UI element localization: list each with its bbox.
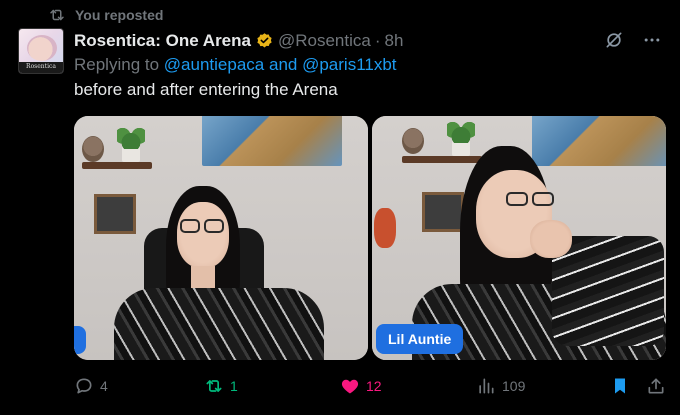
tweet-text: before and after entering the Arena	[74, 80, 338, 99]
replying-to: Replying to @auntiepaca and @paris11xbt	[74, 55, 397, 75]
plant	[117, 127, 145, 149]
mention-conjunction: and	[268, 55, 298, 74]
glasses-right	[204, 219, 224, 233]
avatar-caption: Rosentica	[26, 63, 56, 70]
handle[interactable]: @Rosentica	[278, 31, 371, 51]
plush-toy	[402, 128, 424, 154]
letter-board	[422, 192, 464, 232]
retweet-count: 1	[230, 378, 238, 394]
face	[177, 202, 229, 268]
media-image-before[interactable]	[74, 116, 368, 360]
avatar-face	[27, 35, 57, 61]
like-count: 12	[366, 378, 382, 394]
tweet-header: Rosentica: One Arena @Rosentica · 8h	[74, 30, 403, 52]
wall-shelf	[402, 156, 482, 163]
bookmark-button[interactable]	[610, 376, 630, 396]
like-button[interactable]: 12	[340, 376, 382, 396]
repost-indicator: You reposted	[48, 6, 163, 24]
replying-to-label: Replying to	[74, 55, 160, 74]
reply-count: 4	[100, 378, 108, 394]
views-icon	[479, 378, 494, 394]
reply-button[interactable]: 4	[74, 376, 108, 396]
name-tag-label: Lil Auntie	[388, 331, 452, 347]
media-image-after[interactable]: Lil Auntie	[372, 116, 666, 360]
reply-icon	[76, 378, 92, 394]
heart-icon	[341, 379, 359, 394]
wall-map	[202, 116, 342, 166]
grok-icon[interactable]	[604, 30, 624, 50]
plant	[447, 121, 475, 143]
mention-link-1[interactable]: @auntiepaca	[164, 55, 264, 74]
views-button[interactable]: 109	[476, 376, 525, 396]
avatar[interactable]: Rosentica	[18, 28, 64, 74]
repost-icon	[50, 9, 64, 21]
share-button[interactable]	[646, 376, 666, 396]
plant-pot	[122, 147, 140, 162]
display-name[interactable]: Rosentica: One Arena	[74, 31, 251, 51]
jacket	[114, 288, 324, 360]
retweet-button[interactable]: 1	[204, 376, 238, 396]
repost-label: You reposted	[75, 7, 164, 23]
plant-pot	[452, 141, 470, 156]
action-bar: 4 1 12 109	[74, 374, 666, 398]
glasses-left	[180, 219, 200, 233]
verified-badge-icon[interactable]	[255, 32, 274, 51]
views-count: 109	[502, 378, 526, 394]
avatar-caption-strip: Rosentica	[19, 62, 63, 73]
top-actions	[604, 30, 662, 50]
timestamp[interactable]: 8h	[385, 31, 404, 51]
name-tag: Lil Auntie	[376, 324, 464, 354]
more-options-icon[interactable]	[642, 30, 662, 50]
mention-link-2[interactable]: @paris11xbt	[302, 55, 396, 74]
plush-toy	[82, 136, 104, 162]
letter-board	[94, 194, 136, 234]
share-icon	[648, 378, 664, 394]
separator-dot: ·	[374, 31, 381, 50]
raised-arm	[552, 236, 664, 346]
glasses-left	[506, 192, 528, 206]
media-grid: Lil Auntie	[74, 116, 666, 360]
glasses-right	[532, 192, 554, 206]
name-tag-partial	[74, 326, 86, 354]
wall-map	[532, 116, 666, 166]
bookmark-icon	[615, 378, 625, 394]
retweet-icon	[206, 380, 222, 392]
hand	[530, 220, 572, 258]
orange-toy	[374, 208, 396, 248]
wall-shelf	[82, 162, 152, 169]
